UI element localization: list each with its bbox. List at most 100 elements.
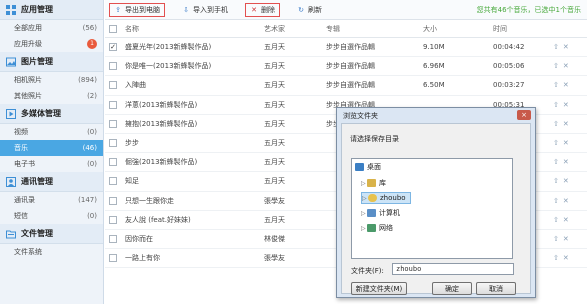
sidebar-header-apps[interactable]: 应用管理	[0, 0, 103, 20]
refresh-button[interactable]: ↻ 刷新	[292, 3, 327, 17]
folder-tree[interactable]: 桌面 ▷ 库 ▷ zhoubo ▷ 计算机 ▷ 网络	[351, 158, 513, 259]
row-checkbox[interactable]	[109, 215, 117, 224]
sidebar-item-music[interactable]: 音乐 (46)	[0, 140, 103, 156]
column-header-time[interactable]: 时间	[493, 24, 553, 34]
sidebar-item-camera-photos[interactable]: 相机照片 (894)	[0, 72, 103, 88]
export-row-icon[interactable]: ⇧	[553, 197, 559, 205]
sidebar-header-files[interactable]: 文件管理	[0, 224, 103, 244]
row-checkbox-cell[interactable]	[105, 62, 121, 71]
delete-row-icon[interactable]: ✕	[563, 177, 569, 185]
song-name: 你是唯一(2013新蜂製作品)	[125, 62, 212, 71]
row-checkbox-cell[interactable]	[105, 139, 121, 148]
tree-item-computer[interactable]: ▷ 计算机	[361, 207, 400, 219]
row-checkbox[interactable]: ✓	[109, 43, 117, 52]
sidebar-header-pictures[interactable]: 图片管理	[0, 52, 103, 72]
row-checkbox[interactable]	[109, 81, 117, 90]
export-row-icon[interactable]: ⇧	[553, 216, 559, 224]
export-to-pc-button[interactable]: ⇪ 导出到电脑	[109, 2, 165, 17]
song-artist: 林俊傑	[264, 234, 285, 243]
export-row-icon[interactable]: ⇧	[553, 81, 559, 89]
export-row-icon[interactable]: ⇧	[553, 139, 559, 147]
table-row[interactable]: ✓ 盛夏光年(2013新蜂製作品) 五月天 步步自選作品輯 9.10M 00:04:42 ⇧…	[105, 38, 587, 58]
column-header-album[interactable]: 专辑	[326, 24, 423, 34]
delete-row-icon[interactable]: ✕	[563, 158, 569, 166]
ok-button[interactable]: 确定	[432, 282, 472, 295]
row-checkbox[interactable]	[109, 100, 117, 109]
row-checkbox-cell[interactable]	[105, 215, 121, 224]
row-checkbox-cell[interactable]	[105, 158, 121, 167]
library-icon	[367, 179, 376, 187]
export-row-icon[interactable]: ⇧	[553, 254, 559, 262]
select-all-checkbox[interactable]	[109, 24, 117, 33]
export-row-icon[interactable]: ⇧	[553, 43, 559, 51]
sidebar-item-count: (0)	[87, 212, 97, 220]
sidebar-item-sms[interactable]: 短信 (0)	[0, 208, 103, 224]
column-header-size[interactable]: 大小	[423, 24, 493, 34]
song-artist: 張學友	[264, 196, 285, 205]
sidebar-item-all-apps[interactable]: 全部应用 (56)	[0, 20, 103, 36]
row-checkbox-cell[interactable]	[105, 234, 121, 243]
sidebar-header-label: 应用管理	[21, 5, 53, 14]
export-row-icon[interactable]: ⇧	[553, 62, 559, 70]
row-actions: ⇧ ✕	[553, 197, 583, 205]
cancel-button[interactable]: 取消	[476, 282, 516, 295]
sidebar-item-other-photos[interactable]: 其他照片 (2)	[0, 88, 103, 104]
song-album: 步步自選作品輯	[326, 62, 375, 71]
row-actions: ⇧ ✕	[553, 177, 583, 185]
row-checkbox[interactable]	[109, 62, 117, 71]
table-row[interactable]: 入陣曲 五月天 步步自選作品輯 6.50M 00:03:27 ⇧ ✕	[105, 76, 587, 96]
column-header-artist[interactable]: 艺术家	[264, 24, 326, 34]
sidebar-header-contacts[interactable]: 通讯管理	[0, 172, 103, 192]
row-actions: ⇧ ✕	[553, 43, 583, 51]
dialog-close-button[interactable]: ×	[517, 110, 531, 120]
row-checkbox-cell[interactable]	[105, 100, 121, 109]
column-header-name[interactable]: 名称	[121, 24, 264, 34]
import-to-phone-button[interactable]: ⇩ 导入到手机	[177, 3, 233, 17]
row-checkbox[interactable]	[109, 158, 117, 167]
row-checkbox-cell[interactable]: ✓	[105, 43, 121, 52]
row-checkbox[interactable]	[109, 196, 117, 205]
delete-button[interactable]: ✕ 删除	[245, 2, 280, 17]
export-row-icon[interactable]: ⇧	[553, 120, 559, 128]
export-row-icon[interactable]: ⇧	[553, 158, 559, 166]
sidebar-item-video[interactable]: 视频 (0)	[0, 124, 103, 140]
row-checkbox[interactable]	[109, 139, 117, 148]
row-checkbox[interactable]	[109, 234, 117, 243]
select-all-cell[interactable]	[105, 24, 121, 33]
tree-item-zhoubo[interactable]: ▷ zhoubo	[361, 192, 411, 204]
row-checkbox[interactable]	[109, 254, 117, 263]
row-checkbox-cell[interactable]	[105, 196, 121, 205]
delete-row-icon[interactable]: ✕	[563, 62, 569, 70]
row-checkbox-cell[interactable]	[105, 81, 121, 90]
delete-row-icon[interactable]: ✕	[563, 254, 569, 262]
export-row-icon[interactable]: ⇧	[553, 235, 559, 243]
folder-name-input[interactable]: zhoubo	[392, 263, 514, 275]
sidebar-header-media[interactable]: 多媒体管理	[0, 104, 103, 124]
sidebar-item-file-system[interactable]: 文件系统	[0, 244, 103, 260]
export-row-icon[interactable]: ⇧	[553, 177, 559, 185]
song-album: 步步自選作品輯	[326, 43, 375, 52]
tree-item-network[interactable]: ▷ 网络	[361, 222, 393, 234]
delete-row-icon[interactable]: ✕	[563, 120, 569, 128]
table-row[interactable]: 你是唯一(2013新蜂製作品) 五月天 步步自選作品輯 6.96M 00:05:06 ⇧ ✕	[105, 57, 587, 77]
export-row-icon[interactable]: ⇧	[553, 101, 559, 109]
tree-item-library[interactable]: ▷ 库	[361, 177, 386, 189]
sidebar-item-app-upgrade[interactable]: 应用升级 1	[0, 36, 103, 52]
row-checkbox-cell[interactable]	[105, 177, 121, 186]
row-checkbox-cell[interactable]	[105, 119, 121, 128]
delete-row-icon[interactable]: ✕	[563, 235, 569, 243]
row-checkbox[interactable]	[109, 119, 117, 128]
song-artist: 五月天	[264, 43, 285, 52]
sidebar-item-ebook[interactable]: 电子书 (0)	[0, 156, 103, 172]
tree-item-desktop[interactable]: 桌面	[355, 161, 381, 173]
delete-row-icon[interactable]: ✕	[563, 43, 569, 51]
row-checkbox[interactable]	[109, 177, 117, 186]
delete-row-icon[interactable]: ✕	[563, 216, 569, 224]
delete-row-icon[interactable]: ✕	[563, 139, 569, 147]
delete-row-icon[interactable]: ✕	[563, 81, 569, 89]
delete-row-icon[interactable]: ✕	[563, 197, 569, 205]
new-folder-button[interactable]: 新建文件夹(M)	[351, 282, 407, 295]
delete-row-icon[interactable]: ✕	[563, 101, 569, 109]
row-checkbox-cell[interactable]	[105, 254, 121, 263]
sidebar-item-address-book[interactable]: 通讯录 (147)	[0, 192, 103, 208]
